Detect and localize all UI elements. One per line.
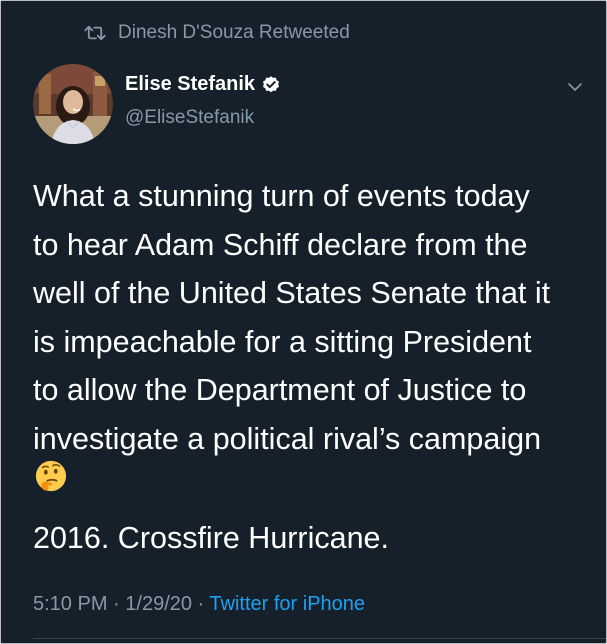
retweet-label[interactable]: Dinesh D'Souza Retweeted	[118, 22, 350, 44]
tweet-text: What a stunning turn of events today to …	[33, 172, 593, 463]
tweet-time[interactable]: 5:10 PM	[33, 593, 107, 615]
tweet-meta: 5:10 PM · 1/29/20 · Twitter for iPhone	[33, 593, 365, 616]
tweet-text-second-paragraph: 2016. Crossfire Hurricane.	[33, 521, 389, 555]
retweet-icon	[84, 25, 106, 41]
tweet-text-line: investigate a political rival’s campaign	[33, 421, 542, 456]
chevron-down-icon[interactable]	[567, 81, 583, 93]
thinking-face-emoji	[35, 460, 67, 492]
tweet-date[interactable]: 1/29/20	[125, 593, 192, 615]
tweet-card: Dinesh D'Souza Retweeted Elise Stefanik …	[0, 0, 607, 644]
meta-separator: ·	[107, 593, 126, 615]
meta-separator: ·	[192, 593, 210, 615]
author-handle[interactable]: @EliseStefanik	[125, 107, 254, 129]
user-avatar[interactable]	[33, 64, 113, 144]
author-name[interactable]: Elise Stefanik	[125, 73, 255, 96]
tweet-text-line: What a stunning turn of events today	[33, 179, 530, 213]
tweet-text-line: to hear Adam Schiff declare from the	[33, 227, 528, 262]
tweet-text-line: to allow the Department of Justice to	[33, 373, 527, 407]
tweet-text-line: well of the United States Senate that it	[33, 276, 551, 310]
tweet-text-line: is impeachable for a sitting President	[33, 324, 532, 359]
author-name-row[interactable]: Elise Stefanik	[125, 73, 281, 96]
divider	[33, 638, 606, 639]
verified-badge-icon	[263, 75, 280, 92]
retweet-context[interactable]: Dinesh D'Souza Retweeted	[84, 20, 350, 46]
tweet-source-link[interactable]: Twitter for iPhone	[209, 593, 365, 615]
